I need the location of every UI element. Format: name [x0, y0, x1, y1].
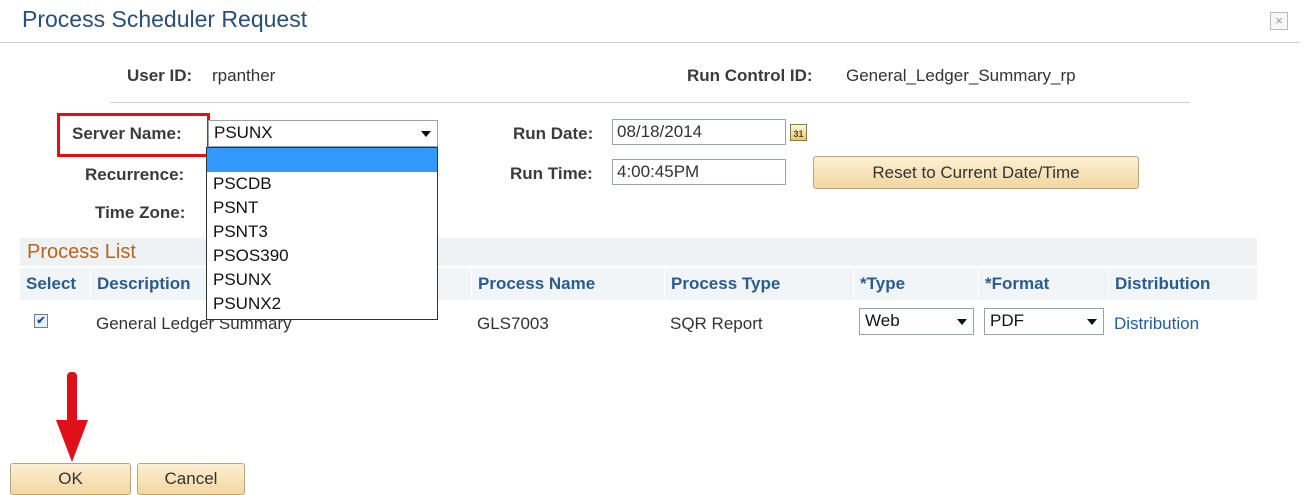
server-option-psunx2[interactable]: PSUNX2 [207, 292, 437, 316]
col-select: Select [26, 274, 77, 293]
row-process-type: SQR Report [670, 314, 763, 333]
col-type: *Type [853, 268, 978, 300]
server-option-psnt3[interactable]: PSNT3 [207, 220, 437, 244]
title-divider [0, 42, 1300, 43]
row-process-name: GLS7003 [477, 314, 549, 333]
run-time-label: Run Time: [510, 164, 593, 183]
select-checkbox[interactable]: ✔ [34, 314, 48, 328]
server-name-dropdown[interactable]: PSCDB PSNT PSNT3 PSOS390 PSUNX PSUNX2 [206, 147, 438, 320]
col-process-type: Process Type [664, 268, 853, 300]
run-time-input[interactable] [612, 159, 786, 185]
server-option-pscdb[interactable]: PSCDB [207, 172, 437, 196]
chevron-down-icon [1087, 319, 1097, 325]
run-control-id-label: Run Control ID: [687, 66, 813, 85]
user-id-label: User ID: [127, 66, 193, 85]
run-date-label: Run Date: [513, 124, 594, 143]
col-distribution: Distribution [1108, 268, 1257, 300]
close-icon[interactable]: × [1270, 12, 1288, 30]
server-option-psos390[interactable]: PSOS390 [207, 244, 437, 268]
reset-date-time-button[interactable]: Reset to Current Date/Time [813, 156, 1139, 189]
cancel-button[interactable]: Cancel [137, 463, 245, 495]
format-selected: PDF [990, 311, 1024, 330]
distribution-link[interactable]: Distribution [1114, 314, 1199, 334]
server-option-psunx[interactable]: PSUNX [207, 268, 437, 292]
type-select[interactable]: Web [859, 308, 974, 335]
server-name-label: Server Name: [72, 124, 182, 143]
process-list-title: Process List [27, 241, 136, 263]
server-name-select[interactable]: PSUNX [208, 120, 438, 147]
dialog-title: Process Scheduler Request [22, 6, 308, 32]
user-id-value: rpanther [212, 66, 276, 85]
run-control-id-value: General_Ledger_Summary_rp [846, 66, 1076, 85]
col-process-name: Process Name [471, 268, 664, 300]
server-option-psnt[interactable]: PSNT [207, 196, 437, 220]
format-select[interactable]: PDF [984, 308, 1104, 335]
chevron-down-icon [421, 131, 431, 137]
time-zone-label: Time Zone: [95, 203, 186, 222]
server-option-blank[interactable] [207, 148, 437, 172]
header-divider [110, 102, 1190, 103]
col-format: *Format [978, 268, 1108, 300]
red-arrow-annotation [56, 372, 88, 462]
ok-button[interactable]: OK [10, 463, 131, 495]
server-name-selected: PSUNX [214, 123, 273, 142]
type-selected: Web [865, 311, 900, 330]
run-date-input[interactable] [612, 119, 786, 145]
chevron-down-icon [957, 319, 967, 325]
recurrence-label: Recurrence: [85, 165, 185, 184]
calendar-icon[interactable]: 31 [790, 124, 807, 141]
